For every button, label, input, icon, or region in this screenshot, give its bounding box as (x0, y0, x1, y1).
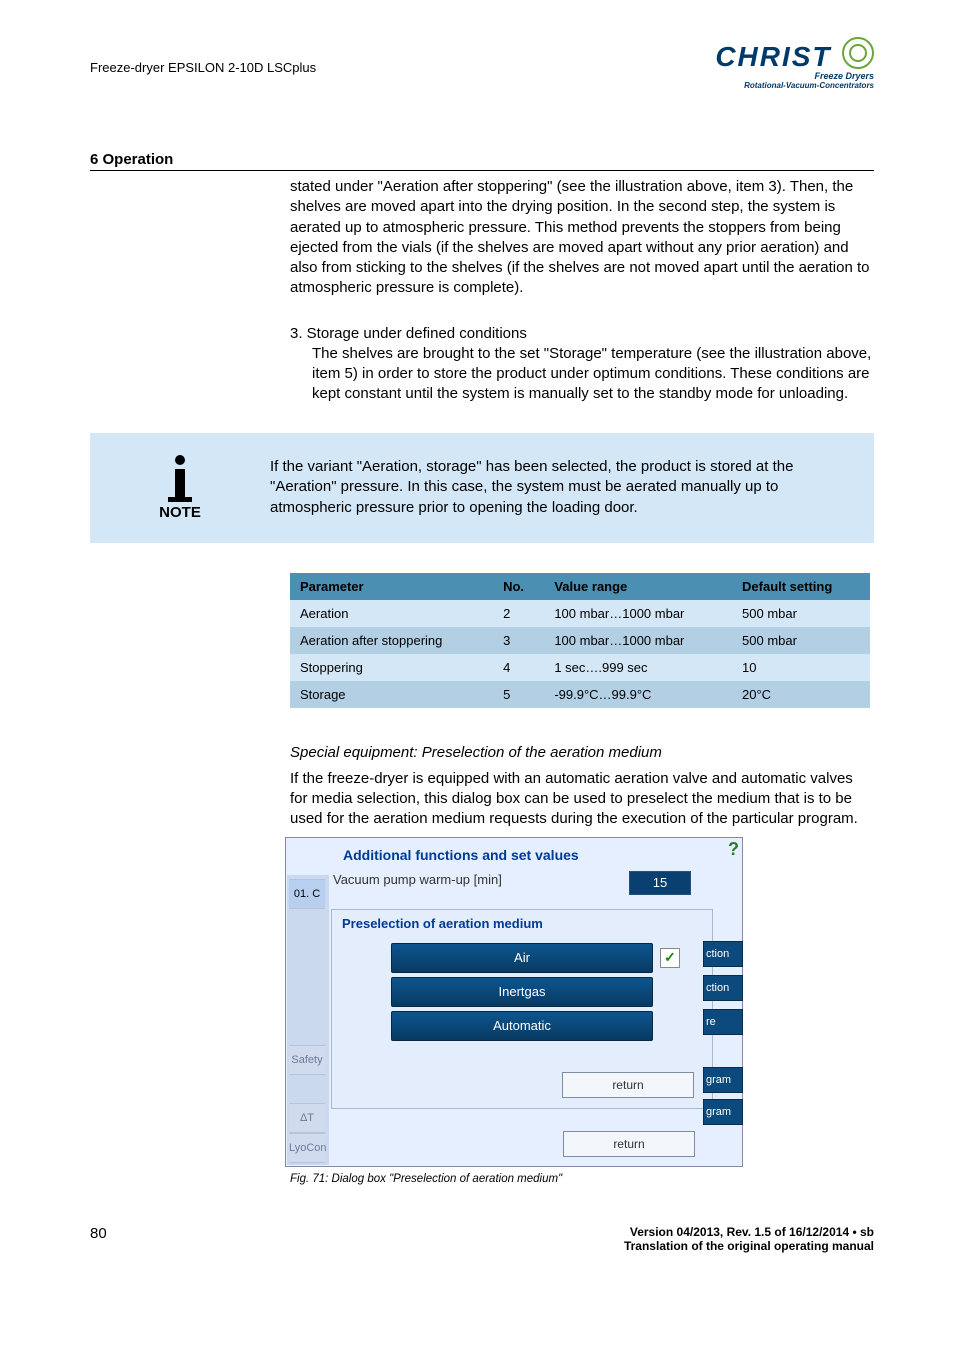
page-number: 80 (90, 1225, 107, 1242)
note-block: NOTE If the variant "Aeration, storage" … (90, 433, 874, 543)
cell: Storage (290, 681, 493, 708)
th-default: Default setting (732, 573, 870, 600)
help-icon[interactable]: ? (728, 839, 739, 860)
cell: Aeration (290, 600, 493, 627)
logo: CHRIST Freeze Dryers Rotational-Vacuum-C… (715, 41, 874, 90)
dialog: ? 01. C Safety ΔT LyoCon Additional func… (285, 837, 743, 1167)
right-item-ction1[interactable]: ction (703, 941, 743, 967)
cell: 100 mbar…1000 mbar (544, 627, 732, 654)
cell: 20°C (732, 681, 870, 708)
footer-version: Version 04/2013, Rev. 1.5 of 16/12/2014 … (624, 1225, 874, 1239)
cell: Aeration after stoppering (290, 627, 493, 654)
table-row: Aeration after stoppering 3 100 mbar…100… (290, 627, 870, 654)
sidebar-item-safety[interactable]: Safety (289, 1045, 325, 1075)
logo-row: CHRIST Freeze Dryers Rotational-Vacuum-C… (90, 81, 874, 141)
item3-title: 3. Storage under defined conditions (290, 324, 874, 344)
cell: 5 (493, 681, 544, 708)
cell: 500 mbar (732, 600, 870, 627)
dialog-illustration: ? 01. C Safety ΔT LyoCon Additional func… (285, 837, 743, 1167)
logo-sub2: Rotational-Vacuum-Concentrators (715, 81, 874, 90)
cell: 2 (493, 600, 544, 627)
cell: 4 (493, 654, 544, 681)
sidebar-item-dt[interactable]: ΔT (289, 1103, 325, 1133)
table-row: Aeration 2 100 mbar…1000 mbar 500 mbar (290, 600, 870, 627)
page: Freeze-dryer EPSILON 2-10D LSCplus CHRIS… (0, 0, 954, 1293)
note-text: If the variant "Aeration, storage" has b… (270, 457, 854, 518)
warmup-label: Vacuum pump warm-up [min] (333, 872, 502, 887)
item3-body: The shelves are brought to the set "Stor… (290, 344, 874, 405)
dialog-inner: Preselection of aeration medium Air ✓ In… (331, 909, 713, 1109)
table-row: Storage 5 -99.9°C…99.9°C 20°C (290, 681, 870, 708)
warmup-row: Vacuum pump warm-up [min] 15 (333, 871, 713, 899)
check-icon[interactable]: ✓ (660, 948, 680, 968)
cell: 500 mbar (732, 627, 870, 654)
automatic-button[interactable]: Automatic (391, 1011, 653, 1041)
air-button-label: Air (514, 950, 530, 965)
footer-translation: Translation of the original operating ma… (624, 1239, 874, 1253)
item3: 3. Storage under defined conditions The … (290, 324, 874, 405)
subbody: If the freeze-dryer is equipped with an … (290, 769, 874, 830)
cell: -99.9°C…99.9°C (544, 681, 732, 708)
warmup-input[interactable]: 15 (629, 871, 691, 895)
air-button[interactable]: Air ✓ (391, 943, 653, 973)
table-row: Stoppering 4 1 sec….999 sec 10 (290, 654, 870, 681)
th-parameter: Parameter (290, 573, 493, 600)
para1: stated under "Aeration after stoppering"… (290, 177, 874, 299)
outer-return-button[interactable]: return (563, 1131, 695, 1157)
inner-title: Preselection of aeration medium (332, 910, 712, 939)
cell: Stoppering (290, 654, 493, 681)
sidebar-item-lyo[interactable]: LyoCon (289, 1133, 325, 1163)
dialog-title: Additional functions and set values (343, 847, 579, 863)
cell: 3 (493, 627, 544, 654)
right-item-ction2[interactable]: ction (703, 975, 743, 1001)
logo-main: CHRIST (715, 41, 831, 73)
inertgas-button[interactable]: Inertgas (391, 977, 653, 1007)
right-item-gram2[interactable]: gram (703, 1099, 743, 1125)
right-item-re[interactable]: re (703, 1009, 743, 1035)
cell: 1 sec….999 sec (544, 654, 732, 681)
tab-01[interactable]: 01. C (289, 879, 325, 909)
note-icon-wrap: NOTE (90, 455, 270, 521)
subheading: Special equipment: Preselection of the a… (290, 744, 874, 761)
th-range: Value range (544, 573, 732, 600)
footer-right: Version 04/2013, Rev. 1.5 of 16/12/2014 … (624, 1225, 874, 1253)
note-label: NOTE (90, 504, 270, 521)
right-item-gram1[interactable]: gram (703, 1067, 743, 1093)
cell: 10 (732, 654, 870, 681)
cell: 100 mbar…1000 mbar (544, 600, 732, 627)
info-icon (90, 455, 270, 502)
footer: 80 Version 04/2013, Rev. 1.5 of 16/12/20… (90, 1225, 874, 1253)
params-table: Parameter No. Value range Default settin… (290, 573, 870, 708)
th-no: No. (493, 573, 544, 600)
dialog-right-strip: ction ction re gram gram (703, 867, 743, 1165)
fig-caption: Fig. 71: Dialog box "Preselection of aer… (290, 1173, 874, 1185)
inner-return-button[interactable]: return (562, 1072, 694, 1098)
logo-circle-icon (842, 37, 874, 69)
table-header-row: Parameter No. Value range Default settin… (290, 573, 870, 600)
section-title: 6 Operation (90, 151, 874, 171)
